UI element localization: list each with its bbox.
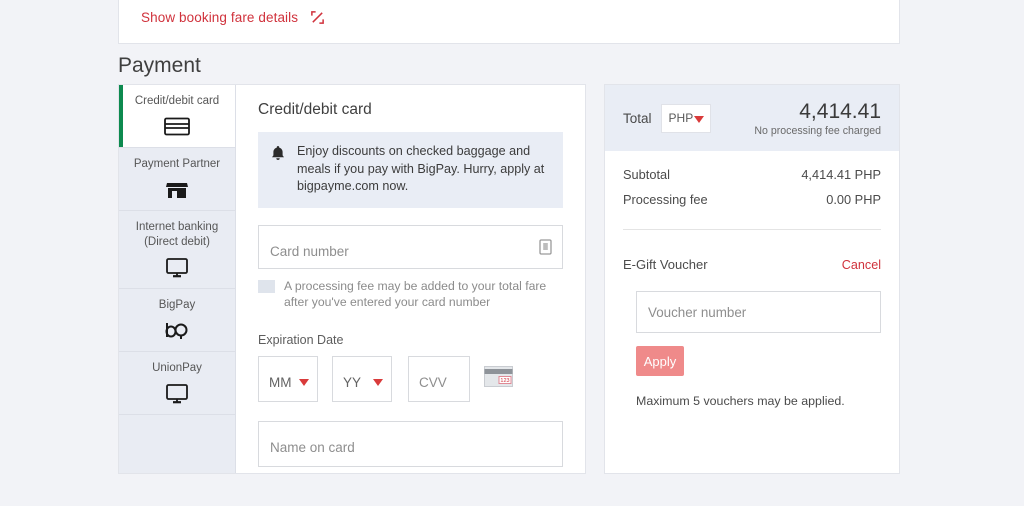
apply-voucher-button[interactable]: Apply [636,346,684,376]
expiration-date-label: Expiration Date [258,332,344,347]
fare-details-card: Show booking fare details [118,0,900,44]
summary-row-label: Subtotal [623,167,670,182]
voucher-title: E-Gift Voucher [623,257,708,272]
voucher-cancel-link[interactable]: Cancel [842,258,881,272]
page-title: Payment [118,54,201,77]
summary-row-processing-fee: Processing fee 0.00 PHP [623,192,881,207]
monitor-icon [125,255,229,279]
method-list-filler [119,415,235,473]
payment-method-credit-debit-card[interactable]: Credit/debit card [119,85,235,148]
show-booking-fare-details-link[interactable]: Show booking fare details [141,10,298,25]
cvv-input[interactable]: CVV [408,355,470,402]
summary-row-subtotal: Subtotal 4,414.41 PHP [623,167,881,182]
voucher-number-placeholder: Voucher number [648,304,747,320]
expand-icon[interactable] [310,10,325,25]
expiry-year-select[interactable]: YY [332,355,392,402]
promo-notice-text: Enjoy discounts on checked baggage and m… [297,144,545,193]
order-summary-panel: Total PHP 4,414.41 No processing fee cha… [604,84,900,474]
expiration-row: MM YY CVV 123 [258,355,563,402]
cvv-placeholder: CVV [419,374,447,390]
summary-body: Subtotal 4,414.41 PHP Processing fee 0.0… [605,151,899,408]
storefront-icon [125,177,229,201]
payment-method-bigpay[interactable]: BigPay [119,289,235,352]
currency-select[interactable]: PHP [660,103,711,133]
payment-method-payment-partner[interactable]: Payment Partner [119,148,235,211]
payment-panel: Credit/debit card Payment Partner Intern… [118,84,586,474]
payment-method-label: Internet banking (Direct debit) [135,221,219,248]
hint-checkbox-icon [258,279,275,293]
summary-row-value: 0.00 PHP [826,192,881,207]
payment-method-label: Credit/debit card [134,95,220,107]
card-number-placeholder: Card number [270,243,349,259]
currency-value: PHP [668,111,694,125]
chevron-down-icon[interactable] [693,115,704,123]
payment-method-internet-banking[interactable]: Internet banking (Direct debit) [119,211,235,289]
monitor-icon [125,381,229,405]
bigpay-promo-notice: Enjoy discounts on checked baggage and m… [258,132,563,208]
voucher-header: E-Gift Voucher Cancel [623,257,881,272]
summary-total-header: Total PHP 4,414.41 No processing fee cha… [605,85,899,151]
bigpay-logo-icon [125,318,229,342]
card-number-input[interactable]: Card number [258,224,563,269]
voucher-number-input[interactable]: Voucher number [636,291,881,333]
card-back-cvv-icon: 123 [484,365,513,392]
summary-row-label: Processing fee [623,192,708,207]
summary-divider [623,229,881,230]
expiry-month-select[interactable]: MM [258,355,318,402]
total-amount: 4,414.41 [799,99,881,123]
processing-fee-hint: A processing fee may be added to your to… [258,278,563,311]
bell-icon [270,145,286,196]
show-fare-details-row[interactable]: Show booking fare details [141,10,325,25]
processing-fee-note: No processing fee charged [754,124,881,137]
total-amount-group: 4,414.41 No processing fee charged [754,100,881,137]
summary-row-value: 4,414.41 PHP [801,167,881,182]
payment-method-list: Credit/debit card Payment Partner Intern… [119,85,236,473]
chevron-down-icon[interactable] [299,378,309,386]
payment-method-label: Payment Partner [133,158,221,170]
svg-text:123: 123 [500,378,509,384]
payment-method-unionpay[interactable]: UnionPay [119,352,235,415]
credit-card-form: Credit/debit card Enjoy discounts on che… [236,85,585,473]
expiry-year-value: YY [343,374,362,390]
form-title: Credit/debit card [258,101,372,118]
total-label: Total [623,110,652,126]
payment-page: Show booking fare details Payment Credit… [0,0,1024,506]
name-on-card-input[interactable]: Name on card [258,420,563,467]
expiry-month-value: MM [269,374,292,390]
credit-card-icon [125,114,229,138]
chevron-down-icon[interactable] [373,378,383,386]
voucher-max-note: Maximum 5 vouchers may be applied. [636,394,845,408]
card-secure-icon [539,238,552,260]
payment-method-label: UnionPay [152,362,202,374]
name-on-card-placeholder: Name on card [270,439,355,455]
payment-method-label: BigPay [158,299,196,311]
processing-fee-hint-text: A processing fee may be added to your to… [284,278,547,310]
